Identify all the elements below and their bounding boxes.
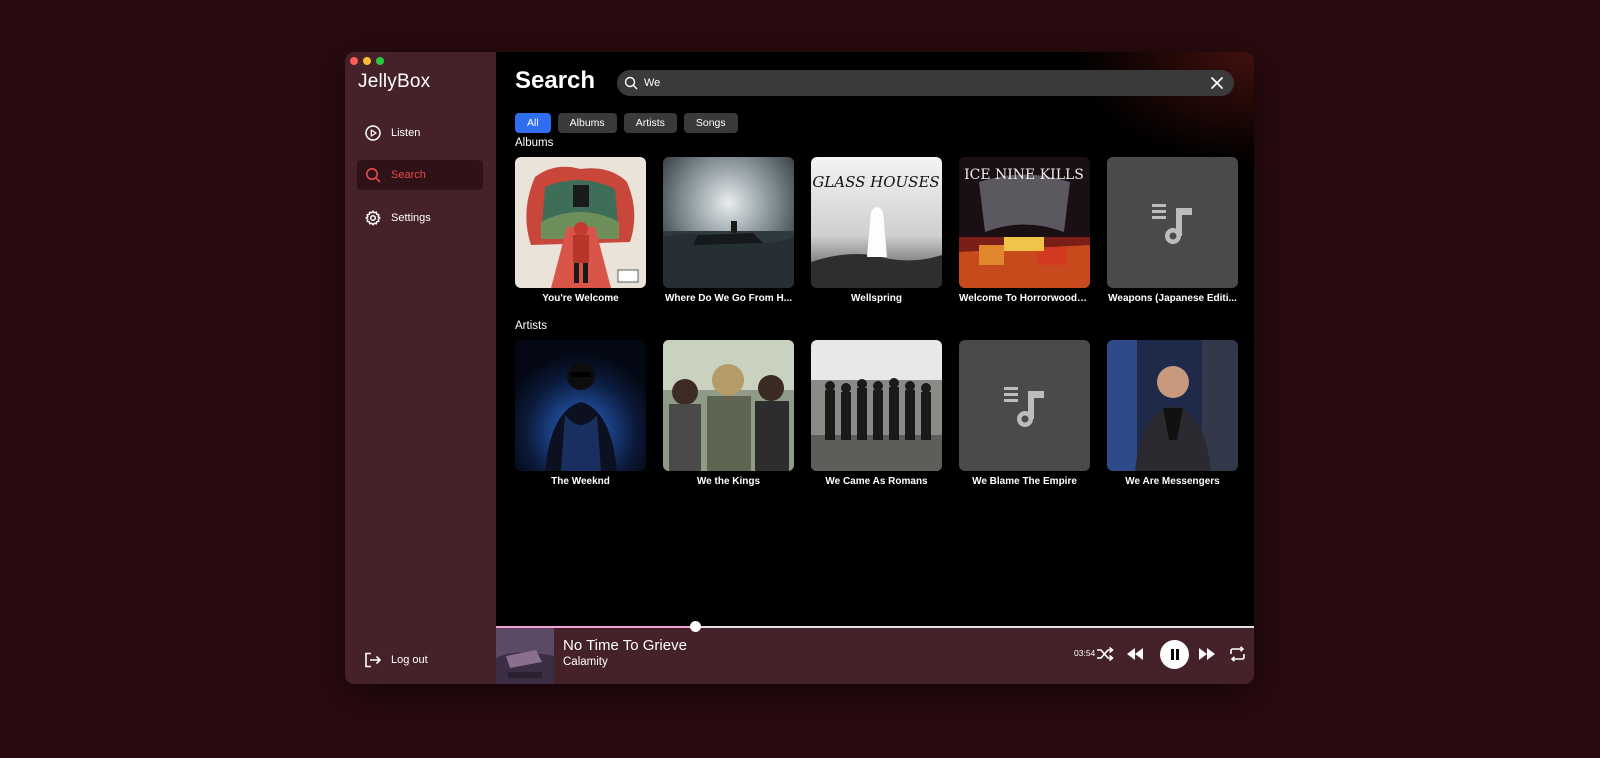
search-icon bbox=[624, 76, 638, 90]
sidebar-item-label: Search bbox=[391, 169, 426, 181]
now-playing-artist: Calamity bbox=[563, 656, 608, 668]
artist-name: We Came As Romans bbox=[825, 476, 928, 487]
main-content: Search All Albums Artists Songs Albums bbox=[496, 52, 1254, 626]
pause-button[interactable] bbox=[1160, 640, 1189, 669]
album-cover-text: GLASS HOUSES bbox=[812, 173, 939, 191]
artist-name: We Blame The Empire bbox=[972, 476, 1077, 487]
repeat-icon bbox=[1229, 646, 1245, 662]
shuffle-button[interactable] bbox=[1094, 643, 1116, 665]
search-icon bbox=[364, 166, 382, 184]
artist-image bbox=[515, 340, 646, 471]
albums-row: You're Welcome Where Do We Go From H... bbox=[515, 157, 1238, 304]
artist-card[interactable]: The Weeknd bbox=[515, 340, 646, 487]
minimize-window-button[interactable] bbox=[363, 57, 371, 65]
now-playing-artwork bbox=[496, 628, 554, 684]
repeat-button[interactable] bbox=[1226, 643, 1248, 665]
album-card[interactable]: Weapons (Japanese Editi... bbox=[1107, 157, 1238, 304]
page-title: Search bbox=[515, 67, 596, 94]
gear-icon bbox=[364, 209, 382, 227]
close-window-button[interactable] bbox=[350, 57, 358, 65]
album-cover bbox=[663, 157, 794, 288]
clear-search-button[interactable] bbox=[1209, 75, 1225, 91]
fast-forward-icon bbox=[1199, 648, 1215, 660]
album-cover-placeholder bbox=[1107, 157, 1238, 288]
next-button[interactable] bbox=[1196, 643, 1218, 665]
album-cover-text: ICE NINE KILLS bbox=[964, 167, 1084, 183]
artist-card[interactable]: We Blame The Empire bbox=[959, 340, 1090, 487]
music-note-icon bbox=[1003, 386, 1044, 427]
now-playing-title: No Time To Grieve bbox=[563, 637, 687, 654]
sidebar: JellyBox Listen Search Settings Log out bbox=[345, 52, 496, 684]
artist-name: The Weeknd bbox=[551, 476, 610, 487]
album-card[interactable]: You're Welcome bbox=[515, 157, 646, 304]
album-card[interactable]: ICE NINE KILLS Welcome To Horrorwood: ..… bbox=[959, 157, 1090, 304]
artist-image bbox=[811, 340, 942, 471]
artist-image bbox=[663, 340, 794, 471]
artist-card[interactable]: We Came As Romans bbox=[811, 340, 942, 487]
tab-all[interactable]: All bbox=[515, 113, 551, 133]
search-bar bbox=[617, 70, 1234, 96]
artist-name: We the Kings bbox=[696, 476, 761, 487]
album-title: Welcome To Horrorwood: ... bbox=[959, 293, 1090, 304]
rewind-icon bbox=[1127, 648, 1143, 660]
albums-section-label: Albums bbox=[515, 137, 554, 149]
album-cover: GLASS HOUSES bbox=[811, 157, 942, 288]
search-input[interactable] bbox=[644, 77, 1209, 89]
album-title: Wellspring bbox=[851, 293, 902, 304]
shuffle-icon bbox=[1097, 646, 1114, 662]
play-circle-icon bbox=[364, 124, 382, 142]
sidebar-item-listen[interactable]: Listen bbox=[357, 118, 483, 148]
sidebar-item-label: Settings bbox=[391, 212, 431, 224]
logout-icon bbox=[364, 651, 382, 669]
tab-songs[interactable]: Songs bbox=[683, 113, 738, 133]
player-bar: No Time To Grieve Calamity 03:54 bbox=[496, 621, 1254, 684]
artist-name: We Are Messengers bbox=[1125, 476, 1220, 487]
pause-icon bbox=[1170, 649, 1179, 660]
sidebar-item-search[interactable]: Search bbox=[357, 160, 483, 190]
artist-card[interactable]: We Are Messengers bbox=[1107, 340, 1238, 487]
artist-image-placeholder bbox=[959, 340, 1090, 471]
tab-albums[interactable]: Albums bbox=[557, 113, 617, 133]
artists-section-label: Artists bbox=[515, 320, 547, 332]
logout-button[interactable]: Log out bbox=[357, 645, 483, 675]
sidebar-item-settings[interactable]: Settings bbox=[357, 203, 483, 233]
close-icon bbox=[1211, 77, 1223, 89]
artist-card[interactable]: We the Kings bbox=[663, 340, 794, 487]
zoom-window-button[interactable] bbox=[376, 57, 384, 65]
filter-tabs: All Albums Artists Songs bbox=[515, 113, 738, 133]
album-title: You're Welcome bbox=[542, 293, 619, 304]
app-title: JellyBox bbox=[358, 71, 431, 92]
window-controls bbox=[350, 57, 384, 65]
album-card[interactable]: Where Do We Go From H... bbox=[663, 157, 794, 304]
previous-button[interactable] bbox=[1124, 643, 1146, 665]
artists-row: The Weeknd We the Kings We Came As Roman… bbox=[515, 340, 1238, 487]
album-cover: ICE NINE KILLS bbox=[959, 157, 1090, 288]
progress-handle[interactable] bbox=[690, 621, 702, 632]
album-title: Where Do We Go From H... bbox=[664, 293, 793, 304]
app-window: JellyBox Listen Search Settings Log out … bbox=[345, 52, 1254, 684]
album-title: Weapons (Japanese Editi... bbox=[1108, 293, 1237, 304]
logout-label: Log out bbox=[391, 654, 428, 666]
sidebar-item-label: Listen bbox=[391, 127, 421, 139]
album-cover bbox=[515, 157, 646, 288]
artist-image bbox=[1107, 340, 1238, 471]
tab-artists[interactable]: Artists bbox=[623, 113, 677, 133]
track-time: 03:54 bbox=[1074, 648, 1096, 658]
music-note-icon bbox=[1151, 203, 1192, 244]
album-card[interactable]: GLASS HOUSES Wellspring bbox=[811, 157, 942, 304]
